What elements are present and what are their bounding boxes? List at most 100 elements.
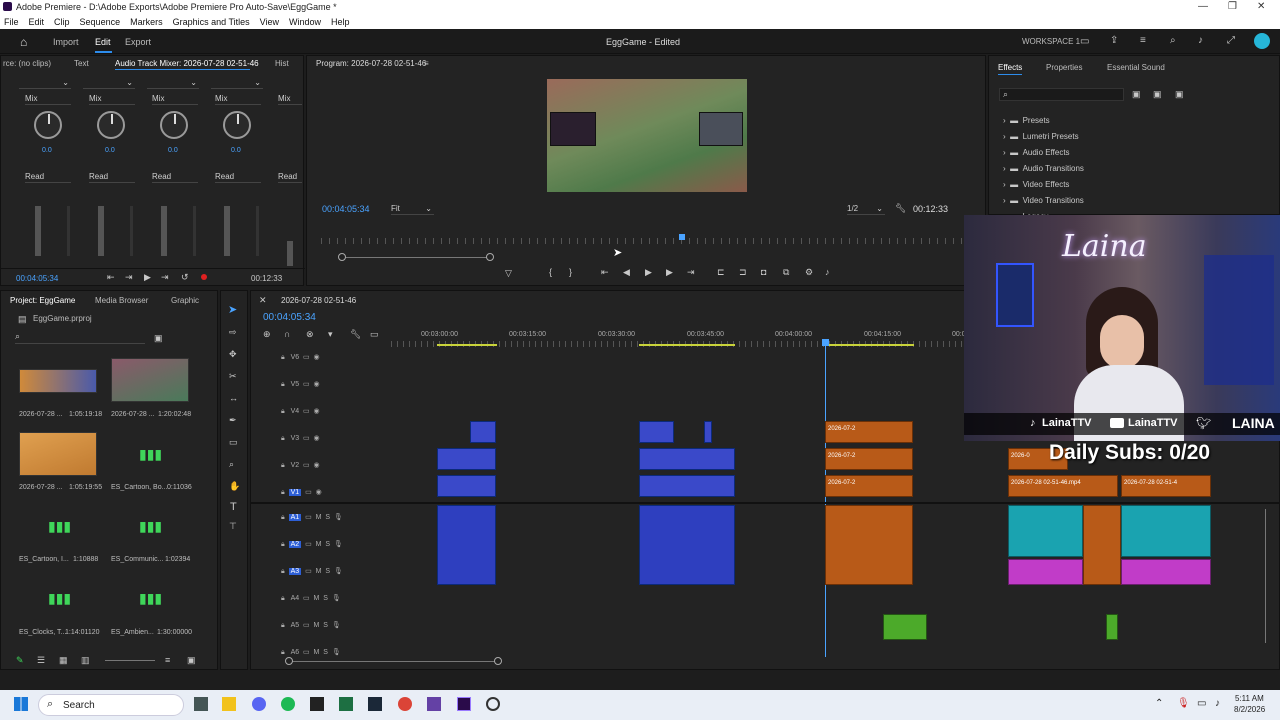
tab-source[interactable]: rce: (no clips) [3, 59, 51, 68]
settings-icon[interactable]: ⚙︎ [805, 267, 813, 278]
list-view-icon[interactable]: ☰ [37, 655, 45, 666]
captions-icon[interactable]: ▭ [370, 329, 379, 340]
audio-waveform-icon[interactable]: ▮▮▮ [139, 447, 162, 461]
export-tab[interactable]: Export [125, 37, 151, 47]
spotify-icon[interactable] [281, 697, 295, 711]
timeline-wrench-icon[interactable]: 🔧︎ [350, 329, 361, 340]
selection-tool-icon[interactable]: ➤ [228, 303, 237, 316]
menu-help[interactable]: Help [331, 17, 350, 27]
automation-select[interactable]: Read [25, 172, 71, 183]
track-v6[interactable]: 🔒︎ V6 ▭ ◉ [281, 344, 322, 371]
video-clip[interactable]: 2026-07-2 [825, 448, 913, 470]
automation-select[interactable]: Read [215, 172, 261, 183]
speaker-icon[interactable]: ♪ [1215, 698, 1220, 709]
camera-icon[interactable]: ◘ [761, 267, 766, 277]
zoom-handle-right[interactable] [486, 253, 494, 261]
mute-label[interactable]: M [316, 541, 322, 548]
video-clip[interactable] [639, 421, 674, 443]
channel-select[interactable]: ⌄ [147, 78, 199, 89]
program-title[interactable]: Program: 2026-07-28 02-51-46 [316, 59, 426, 68]
effects-folder-audio-effects[interactable]: › ▬ Audio Effects [1003, 145, 1084, 161]
marker-icon[interactable]: ▾ [328, 329, 333, 340]
zoom-tool-icon[interactable]: ⌕ [229, 459, 234, 470]
project-item-thumb[interactable] [19, 432, 97, 476]
search-icon[interactable]: ⌕ [1170, 35, 1176, 46]
microphone-icon[interactable]: 🎙︎ [1177, 698, 1190, 709]
menu-window[interactable]: Window [289, 17, 321, 27]
tab-graphics[interactable]: Graphic [171, 296, 199, 305]
tab-history[interactable]: Hist [275, 59, 289, 68]
import-tab[interactable]: Import [53, 37, 79, 47]
fit-select[interactable]: Fit ⌄ [391, 204, 434, 215]
project-item-thumb[interactable] [19, 369, 97, 393]
play-button[interactable]: ▶ [645, 267, 652, 278]
razor-icon[interactable]: ✂ [229, 371, 237, 382]
panel-menu-icon[interactable]: ≡ [424, 59, 429, 68]
track-v5[interactable]: 🔒︎ V5 ▭ ◉ [281, 371, 322, 398]
menu-markers[interactable]: Markers [130, 17, 163, 27]
pan-value[interactable]: 0.0 [231, 147, 241, 154]
effects-folder-lumetri[interactable]: › ▬ Lumetri Presets [1003, 129, 1084, 145]
sequence-tab[interactable]: 2026-07-28 02-51-46 [281, 296, 356, 305]
accelerated-icon[interactable]: ▣ [1132, 89, 1141, 100]
video-clip[interactable]: 2026-07-28 02-51-4 [1121, 475, 1211, 497]
solo-label[interactable]: S [325, 541, 330, 548]
mute-label[interactable]: M [314, 595, 320, 602]
video-clip[interactable]: 2026-07-28 02-51-46.mp4 [1008, 475, 1118, 497]
automation-select[interactable]: Read [278, 172, 302, 183]
video-clip[interactable] [470, 421, 496, 443]
pan-value[interactable]: 0.0 [168, 147, 178, 154]
volume-fader[interactable] [98, 206, 104, 256]
track-a1[interactable]: 🔒︎ A1 ▭ M S 🎙︎ [281, 504, 343, 531]
snap-icon[interactable]: ∩ [284, 329, 290, 339]
zoom-handle-right[interactable] [494, 657, 502, 665]
edit-tab[interactable]: Edit [95, 37, 111, 47]
video-clip[interactable] [704, 421, 712, 443]
audio-waveform-icon[interactable]: ▮▮▮ [139, 519, 162, 533]
video-clip[interactable] [437, 448, 496, 470]
menu-graphics[interactable]: Graphics and Titles [173, 17, 250, 27]
mute-label[interactable]: M [314, 649, 320, 656]
chrome-icon[interactable] [398, 697, 412, 711]
timeline-zoom-scrollbar[interactable] [289, 661, 499, 662]
tab-project[interactable]: Project: EggGame [10, 296, 75, 305]
wrench-icon[interactable]: 🔧︎ [895, 203, 906, 214]
effects-search-input[interactable]: ⌕ [999, 88, 1124, 101]
track-a2[interactable]: 🔒︎ A2 ▭ M S 🎙︎ [281, 531, 343, 558]
go-to-out-icon[interactable]: ⇥ [687, 267, 695, 278]
menu-edit[interactable]: Edit [29, 17, 45, 27]
close-icon[interactable]: ✕ [1257, 1, 1265, 12]
timeline-playhead[interactable] [825, 339, 826, 657]
discord-icon[interactable] [252, 697, 266, 711]
audio-clip[interactable] [437, 505, 496, 585]
tab-effects[interactable]: Effects [998, 63, 1022, 72]
project-item-thumb[interactable] [111, 358, 189, 402]
audio-clip[interactable] [1106, 614, 1118, 640]
ripple-edit-icon[interactable]: ✥ [229, 349, 237, 360]
share-icon[interactable]: ⇪ [1110, 35, 1118, 46]
list-icon[interactable]: ≡ [1140, 35, 1146, 46]
nest-icon[interactable]: ⊕ [263, 329, 271, 340]
tab-media-browser[interactable]: Media Browser [95, 296, 148, 305]
tray-chevron-icon[interactable]: ⌃ [1155, 698, 1163, 709]
play-icon[interactable]: ▶ [144, 272, 151, 283]
pan-value[interactable]: 0.0 [42, 147, 52, 154]
mix-select[interactable]: Mix [25, 94, 71, 105]
volume-fader[interactable] [224, 206, 230, 256]
rectangle-icon[interactable]: ▭ [229, 437, 238, 448]
volume-icon[interactable]: ♪ [1198, 35, 1203, 46]
program-timecode[interactable]: 00:04:05:34 [322, 204, 370, 214]
tab-text[interactable]: Text [74, 59, 89, 68]
obs-icon[interactable] [310, 697, 324, 711]
linked-icon[interactable]: ⊗ [306, 329, 314, 340]
mixer-current-time[interactable]: 00:04:05:34 [16, 274, 58, 283]
tab-audio-mixer[interactable]: Audio Track Mixer: 2026-07-28 02-51-46 [115, 59, 259, 68]
pen-icon[interactable]: ✒ [229, 415, 237, 426]
pan-knob[interactable] [97, 111, 125, 139]
pan-value[interactable]: 0.0 [105, 147, 115, 154]
workspaces-icon[interactable]: ▭ [1080, 36, 1089, 47]
menu-sequence[interactable]: Sequence [80, 17, 121, 27]
program-time-ruler[interactable] [321, 238, 966, 244]
track-v4[interactable]: 🔒︎ V4 ▭ ◉ [281, 398, 322, 425]
menu-view[interactable]: View [260, 17, 279, 27]
